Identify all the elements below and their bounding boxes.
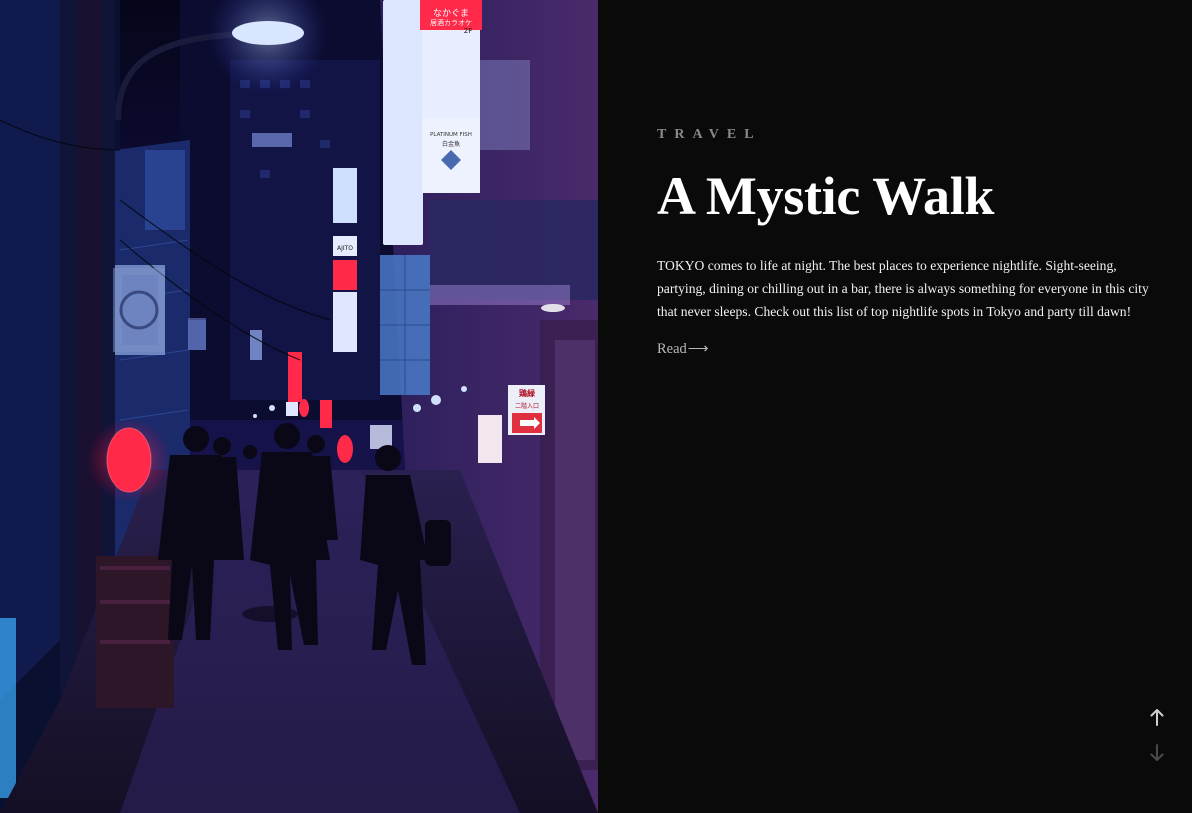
- sign-entrance: 二階入口: [515, 402, 539, 410]
- hero-image: なかぐま 居酒カラオケ 2F PLATINUM FISH 白金魚 AJITO 鶏…: [0, 0, 598, 813]
- sign-platinum-sub: 白金魚: [442, 140, 460, 148]
- read-more-link[interactable]: Read ⟶: [657, 341, 709, 358]
- sign-karaoke: なかぐま: [433, 8, 469, 19]
- slide-up-button[interactable]: [1149, 707, 1165, 727]
- sign-platinum-fish: PLATINUM FISH: [430, 132, 472, 138]
- arrow-down-icon: [1150, 743, 1164, 761]
- sign-karaoke-sub: 居酒カラオケ: [430, 19, 472, 27]
- article-title: A Mystic Walk: [657, 166, 995, 226]
- read-label: Read: [657, 341, 687, 357]
- article-panel: TRAVEL A Mystic Walk TOKYO comes to life…: [598, 0, 1192, 813]
- sign-floor: 2F: [464, 27, 472, 35]
- alley-illustration: なかぐま 居酒カラオケ 2F PLATINUM FISH 白金魚 AJITO 鶏…: [0, 0, 598, 813]
- category-label[interactable]: TRAVEL: [657, 127, 762, 143]
- sign-torigen: 鶏緑: [519, 388, 536, 398]
- slide-down-button[interactable]: [1149, 742, 1165, 762]
- arrow-right-icon: ⟶: [687, 341, 709, 357]
- arrow-up-icon: [1150, 708, 1164, 726]
- page: なかぐま 居酒カラオケ 2F PLATINUM FISH 白金魚 AJITO 鶏…: [0, 0, 1192, 813]
- article-excerpt: TOKYO comes to life at night. The best p…: [657, 258, 1149, 319]
- sign-ajito: AJITO: [337, 245, 353, 252]
